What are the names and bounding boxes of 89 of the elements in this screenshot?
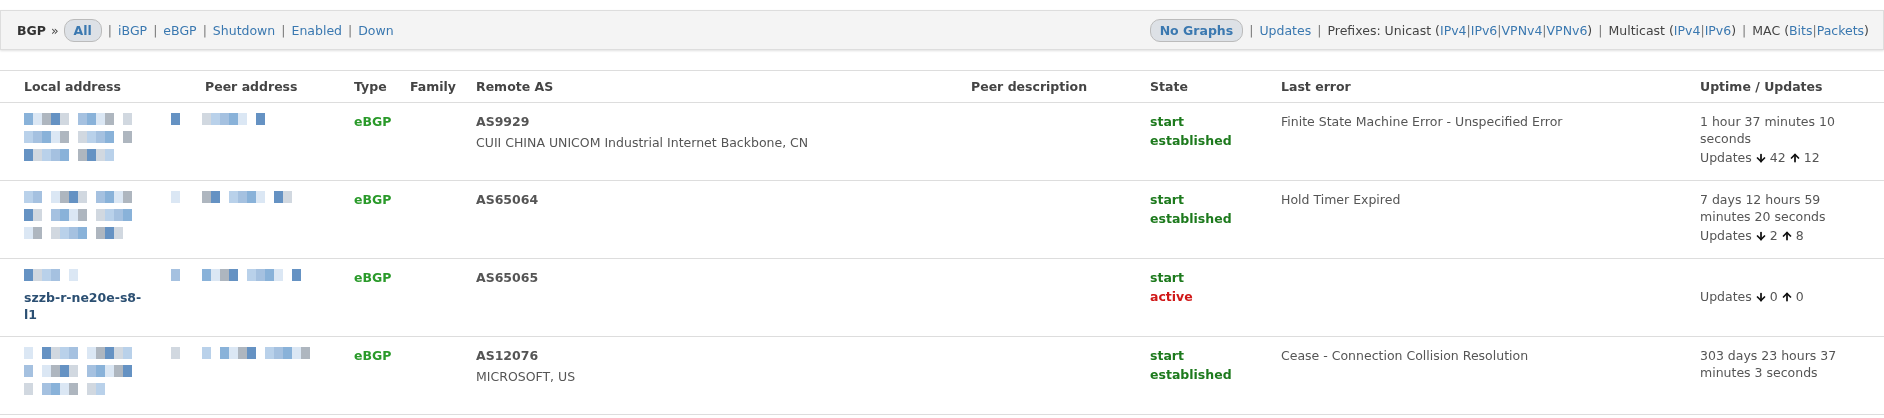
redacted-text-drawing [171, 191, 180, 203]
prefix-link[interactable]: VPNv6 [1546, 22, 1588, 38]
close-paren: ) [1864, 22, 1869, 38]
updates-sent: 8 [1795, 227, 1804, 244]
column-header: Peer description [971, 78, 1089, 96]
prefix-label: Multicast ( [1608, 22, 1674, 38]
arrow-up-icon [1780, 229, 1793, 242]
separator: | [1742, 22, 1747, 38]
separator: | [1497, 22, 1502, 38]
updates-label: Updates [1700, 227, 1752, 244]
updates-link[interactable]: Updates [1259, 22, 1312, 38]
remote-as: AS9929 [476, 113, 531, 130]
prefix-link[interactable]: IPv6 [1704, 22, 1732, 38]
separator: | [281, 22, 286, 38]
filter-tab[interactable]: Down [358, 22, 394, 38]
separator: | [1542, 22, 1547, 38]
column-header: Remote AS [476, 78, 555, 96]
close-paren: ) [1731, 22, 1737, 38]
column-header: Peer address [205, 78, 299, 96]
prefix-link[interactable]: Packets [1816, 22, 1865, 38]
separator: | [348, 22, 353, 38]
column-header: Local address [24, 78, 122, 96]
updates-received: 0 [1769, 288, 1778, 305]
graphs-toggle[interactable]: No Graphs [1149, 18, 1244, 42]
arrow-up-icon [1788, 151, 1801, 164]
separator: | [153, 22, 158, 38]
prefix-label: MAC ( [1752, 22, 1789, 38]
column-header: Last error [1281, 78, 1352, 96]
separator: | [1249, 22, 1254, 38]
updates-sent: 12 [1803, 149, 1820, 166]
separator: | [1317, 22, 1322, 38]
peer-type: eBGP [354, 347, 393, 364]
peer-state: start [1150, 113, 1185, 130]
separator: | [1700, 22, 1705, 38]
prefix-link[interactable]: VPNv4 [1501, 22, 1543, 38]
arrow-down-icon [1754, 290, 1767, 303]
peer-state: start [1150, 347, 1185, 364]
updates-received: 42 [1769, 149, 1786, 166]
hostname-link[interactable]: szzb-r-ne20e-s8-l1 [24, 289, 144, 323]
prefix-label: Prefixes: Unicast ( [1327, 22, 1440, 38]
filter-tab[interactable]: All [63, 18, 102, 42]
as-name: MICROSOFT, US [476, 368, 577, 385]
uptime: 7 days 12 hours 59 minutes 20 seconds [1700, 191, 1827, 225]
peer-state: start [1150, 191, 1185, 208]
prefix-link[interactable]: IPv6 [1470, 22, 1498, 38]
remote-as: AS65064 [476, 191, 540, 208]
page-title: BGP [17, 22, 46, 38]
peer-state: established [1150, 366, 1233, 383]
peer-state: established [1150, 132, 1233, 149]
peer-type: eBGP [354, 269, 393, 286]
separator: | [1812, 22, 1817, 38]
separator: | [202, 22, 207, 38]
last-error: Finite State Machine Error - Unspecified Error [1281, 113, 1564, 130]
uptime: 1 hour 37 minutes 10 seconds [1700, 113, 1836, 147]
redacted-text-drawing [171, 269, 180, 281]
peer-state: active [1150, 288, 1194, 305]
peer-state: start [1150, 269, 1185, 286]
uptime: 303 days 23 hours 37 minutes 3 seconds [1700, 347, 1838, 381]
updates-received: 2 [1769, 227, 1778, 244]
column-header: Family [410, 78, 457, 96]
separator: | [1598, 22, 1603, 38]
filter-tab[interactable]: eBGP [163, 22, 197, 38]
filter-tab[interactable]: Shutdown [212, 22, 276, 38]
close-paren: ) [1587, 22, 1593, 38]
arrow-up-icon [1780, 290, 1793, 303]
as-name: CUII CHINA UNICOM Industrial Internet Backbone, CN [476, 134, 810, 151]
column-header: Uptime / Updates [1700, 78, 1824, 96]
column-header: Type [354, 78, 388, 96]
peer-type: eBGP [354, 191, 393, 208]
peer-type: eBGP [354, 113, 393, 130]
prefix-link[interactable]: IPv4 [1439, 22, 1467, 38]
updates-label: Updates [1700, 149, 1752, 166]
last-error: Hold Timer Expired [1281, 191, 1402, 208]
arrow-down-icon [1754, 229, 1767, 242]
redacted-text-drawing [171, 113, 180, 125]
updates-label: Updates [1700, 288, 1752, 305]
peer-state: established [1150, 210, 1233, 227]
column-header: State [1150, 78, 1189, 96]
breadcrumb-arrow: » [50, 22, 59, 38]
last-error: Cease - Connection Collision Resolution [1281, 347, 1530, 364]
arrow-down-icon [1754, 151, 1767, 164]
separator: | [107, 22, 113, 38]
filter-tab[interactable]: iBGP [118, 22, 148, 38]
remote-as: AS12076 [476, 347, 540, 364]
remote-as: AS65065 [476, 269, 540, 286]
redacted-text-drawing [171, 347, 180, 359]
filter-tab[interactable]: Enabled [291, 22, 342, 38]
separator: | [1466, 22, 1471, 38]
updates-sent: 0 [1795, 288, 1804, 305]
